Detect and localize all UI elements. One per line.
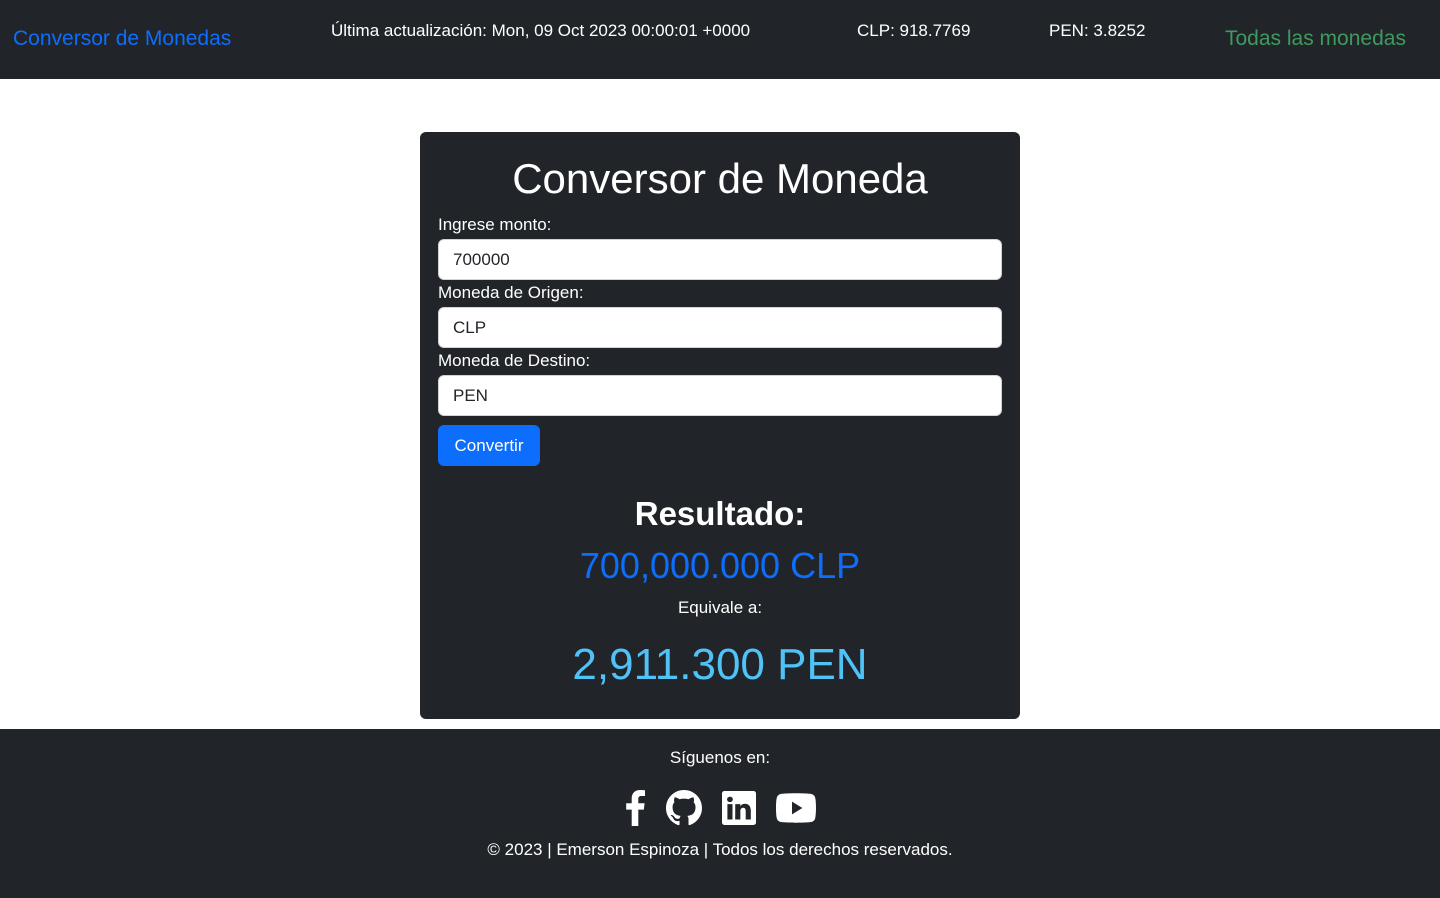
destination-currency-label: Moneda de Destino: — [438, 351, 591, 370]
github-icon[interactable] — [666, 790, 702, 826]
follow-us-text: Síguenos en: — [669, 748, 771, 767]
origin-currency-label: Moneda de Origen: — [438, 283, 584, 302]
last-updated-text: Última actualización: Mon, 09 Oct 2023 0… — [331, 21, 751, 40]
copyright-text: © 2023 | Emerson Espinoza | Todos los de… — [487, 840, 953, 859]
converter-title: Conversor de Moneda — [512, 155, 928, 202]
result-from-amount: 700,000.000 CLP — [579, 545, 861, 586]
linkedin-icon[interactable] — [722, 791, 756, 825]
facebook-icon[interactable] — [624, 790, 646, 826]
origin-currency-select[interactable]: CLP — [438, 307, 1002, 348]
amount-label: Ingrese monto: — [438, 215, 552, 234]
equivalent-label: Equivale a: — [677, 598, 763, 617]
all-currencies-link[interactable]: Todas las monedas — [1225, 27, 1406, 51]
brand-link[interactable]: Conversor de Monedas — [13, 27, 231, 51]
pen-rate-text: PEN: 3.8252 — [1049, 21, 1146, 40]
result-to-amount: 2,911.300 PEN — [572, 640, 868, 689]
youtube-icon[interactable] — [776, 793, 816, 823]
page-footer: Síguenos en: © 2023 | Emerson Espinoza |… — [0, 729, 1440, 898]
top-navbar: Conversor de Monedas Última actualizació… — [0, 0, 1440, 79]
amount-input[interactable]: 700000 — [438, 239, 1002, 280]
convert-button[interactable]: Convertir — [438, 425, 540, 466]
destination-currency-select[interactable]: PEN — [438, 375, 1002, 416]
converter-card: Conversor de Moneda Ingrese monto: 70000… — [420, 132, 1020, 719]
clp-rate-text: CLP: 918.7769 — [857, 21, 971, 40]
result-heading: Resultado: — [634, 495, 806, 532]
social-links — [0, 788, 1440, 828]
